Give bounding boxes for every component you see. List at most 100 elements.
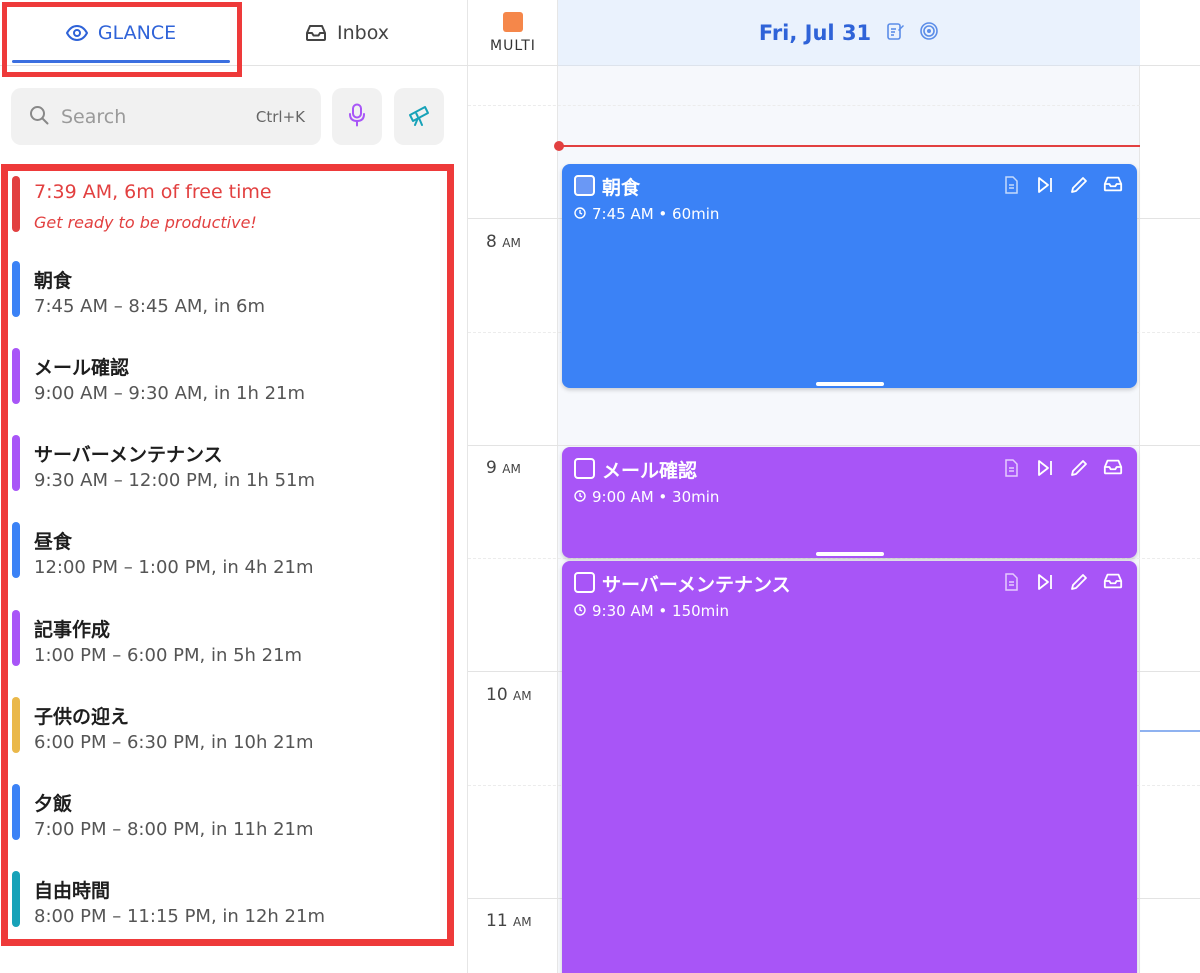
next-day-header (1140, 0, 1200, 66)
panel-tabs: GLANCE Inbox (0, 0, 468, 66)
list-item-color-bar (12, 522, 20, 578)
event-toolbar (1001, 572, 1123, 592)
inbox-icon[interactable] (1103, 458, 1123, 478)
list-item-color-bar (12, 610, 20, 666)
list-item-title: メール確認 (34, 357, 130, 379)
time-gutter: MULTI 8 AM 9 AM 10 AM 11 AM (468, 0, 558, 973)
target-icon[interactable] (919, 21, 939, 45)
event-time: 9:00 AM • 30min (574, 488, 719, 506)
hour-label-8am: 8 AM (486, 232, 521, 252)
tab-inbox[interactable]: Inbox (236, 0, 458, 66)
grid-hour-line (468, 445, 1200, 446)
list-item-title: 記事作成 (34, 619, 111, 641)
search-shortcut-hint: Ctrl+K (255, 107, 305, 126)
list-item-color-bar (12, 871, 20, 927)
clock-icon (574, 602, 586, 620)
list-item[interactable]: 自由時間 8:00 PM – 11:15 PM, in 12h 21m (8, 866, 446, 927)
event-checkbox[interactable] (574, 175, 595, 196)
telescope-icon (407, 104, 431, 130)
list-item[interactable]: 子供の迎え 6:00 PM – 6:30 PM, in 10h 21m (8, 692, 446, 753)
hour-label-11am: 11 AM (486, 911, 532, 931)
notes-icon[interactable] (885, 21, 905, 45)
skip-forward-icon[interactable] (1035, 458, 1055, 478)
search-icon (29, 105, 49, 129)
tab-glance-label: GLANCE (97, 22, 177, 44)
list-item-title: サーバーメンテナンス (34, 444, 223, 466)
clock-icon (574, 205, 586, 223)
day-header[interactable]: Fri, Jul 31 (558, 0, 1140, 66)
pencil-icon[interactable] (1069, 175, 1089, 195)
event-breakfast[interactable]: 朝食 7:45 AM • 60min (562, 164, 1137, 388)
current-time-line (558, 145, 1140, 147)
event-resize-handle[interactable] (816, 382, 884, 386)
document-icon[interactable] (1001, 458, 1021, 478)
list-item[interactable]: メール確認 9:00 AM – 9:30 AM, in 1h 21m (8, 343, 446, 404)
skip-forward-icon[interactable] (1035, 175, 1055, 195)
search-input[interactable] (61, 105, 256, 128)
list-item-subtitle: 7:45 AM – 8:45 AM, in 6m (34, 296, 265, 317)
list-item-free-time[interactable]: 7:39 AM, 6m of free time Get ready to be… (8, 171, 446, 232)
list-item-title: 子供の迎え (34, 706, 130, 728)
document-icon[interactable] (1001, 572, 1021, 592)
list-item[interactable]: 朝食 7:45 AM – 8:45 AM, in 6m (8, 256, 446, 317)
list-item-subtitle: 7:00 PM – 8:00 PM, in 11h 21m (34, 819, 314, 840)
event-title: メール確認 (602, 460, 698, 482)
microphone-icon (348, 103, 366, 131)
event-toolbar (1001, 458, 1123, 478)
tab-glance[interactable]: GLANCE (6, 0, 236, 66)
active-tab-indicator (12, 60, 230, 63)
pencil-icon[interactable] (1069, 458, 1089, 478)
tab-inbox-label: Inbox (337, 22, 389, 44)
document-icon[interactable] (1001, 175, 1021, 195)
list-item[interactable]: サーバーメンテナンス 9:30 AM – 12:00 PM, in 1h 51m (8, 430, 446, 491)
list-item[interactable]: 記事作成 1:00 PM – 6:00 PM, in 5h 21m (8, 605, 446, 666)
day-date: Fri, Jul 31 (758, 20, 872, 45)
list-item-color-bar (12, 435, 20, 491)
list-item-color-bar (12, 697, 20, 753)
event-resize-handle[interactable] (816, 552, 884, 556)
grid-half-hour-line (468, 558, 1200, 559)
skip-forward-icon[interactable] (1035, 572, 1055, 592)
multi-day-toggle[interactable]: MULTI (468, 0, 558, 66)
eye-icon (65, 25, 88, 41)
list-item-title: 昼食 (34, 531, 73, 553)
event-checkbox[interactable] (574, 458, 595, 479)
list-item-title: 朝食 (34, 270, 73, 292)
voice-input-button[interactable] (332, 88, 382, 145)
glance-panel: GLANCE Inbox Ctrl+K 7:39 AM, 6m of free (0, 0, 468, 973)
list-item-subtitle: 8:00 PM – 11:15 PM, in 12h 21m (34, 906, 325, 927)
list-item-subtitle: 1:00 PM – 6:00 PM, in 5h 21m (34, 645, 303, 666)
event-time: 9:30 AM • 150min (574, 602, 729, 620)
pencil-icon[interactable] (1069, 572, 1089, 592)
inbox-icon (305, 24, 327, 42)
explore-button[interactable] (394, 88, 444, 145)
list-item-title: 夕飯 (34, 793, 73, 815)
multi-label: MULTI (490, 37, 536, 54)
event-toolbar (1001, 175, 1123, 195)
list-item-color-bar (12, 784, 20, 840)
list-item-subtitle: 9:00 AM – 9:30 AM, in 1h 21m (34, 383, 306, 404)
hour-label-10am: 10 AM (486, 685, 532, 705)
list-item-subtitle: 12:00 PM – 1:00 PM, in 4h 21m (34, 557, 314, 578)
event-checkbox[interactable] (574, 572, 595, 593)
event-server-maintenance[interactable]: サーバーメンテナンス 9:30 AM • 150min (562, 561, 1137, 973)
list-item-color-bar (12, 176, 20, 232)
list-item[interactable]: 昼食 12:00 PM – 1:00 PM, in 4h 21m (8, 517, 446, 578)
next-day-column[interactable] (1140, 0, 1200, 973)
event-email-check[interactable]: メール確認 9:00 AM • 30min (562, 447, 1137, 558)
hour-label-9am: 9 AM (486, 458, 521, 478)
search-box[interactable]: Ctrl+K (11, 88, 321, 145)
event-title: サーバーメンテナンス (602, 574, 791, 596)
calendar-day-view: MULTI 8 AM 9 AM 10 AM 11 AM Fri, Jul 31 (468, 0, 1200, 973)
list-item-subtitle: 9:30 AM – 12:00 PM, in 1h 51m (34, 470, 316, 491)
list-item[interactable]: 夕飯 7:00 PM – 8:00 PM, in 11h 21m (8, 779, 446, 840)
inbox-icon[interactable] (1103, 175, 1123, 195)
list-item-color-bar (12, 348, 20, 404)
event-time: 7:45 AM • 60min (574, 205, 719, 223)
current-time-dot (554, 141, 564, 151)
list-item-subtitle: Get ready to be productive! (34, 213, 257, 232)
clock-icon (574, 488, 586, 506)
next-day-indicator (1140, 730, 1200, 732)
list-item-title: 7:39 AM, 6m of free time (34, 181, 272, 203)
inbox-icon[interactable] (1103, 572, 1123, 592)
